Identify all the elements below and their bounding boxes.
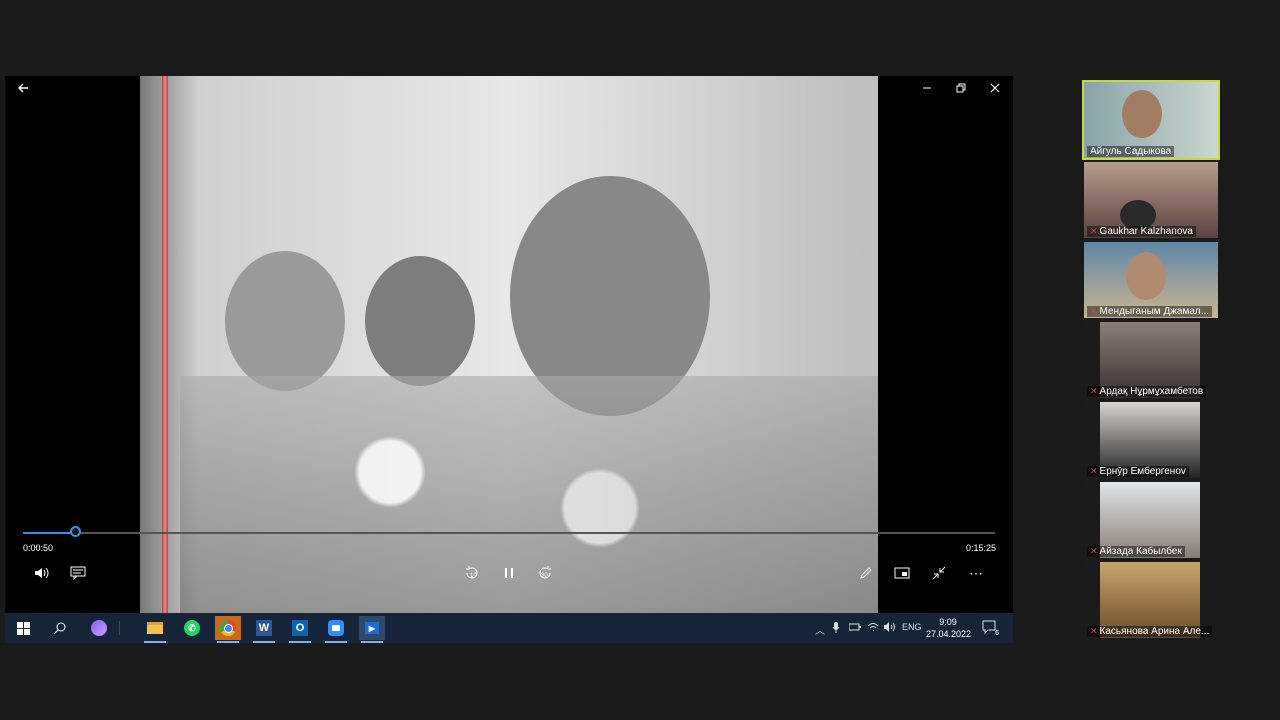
- seek-progress: [23, 532, 75, 534]
- seek-bar[interactable]: [23, 526, 995, 537]
- participant-name: ✕ Мендыганым Джамал...: [1087, 306, 1213, 317]
- restore-icon[interactable]: [953, 80, 969, 96]
- seek-thumb[interactable]: [70, 526, 81, 537]
- notification-center-icon[interactable]: 6: [982, 620, 999, 637]
- zoom-icon[interactable]: [323, 616, 349, 643]
- muted-mic-icon: ✕: [1090, 546, 1098, 556]
- participant-tile[interactable]: ✕ Касьянова Арина Але...: [1084, 562, 1218, 638]
- participant-name: ✕ Ардақ Нұрмұхамбетов: [1087, 386, 1207, 397]
- muted-mic-icon: ✕: [1090, 306, 1098, 316]
- participant-name: ✕ Касьянова Арина Але...: [1087, 626, 1213, 637]
- current-time: 0:00:50: [23, 543, 54, 553]
- participant-name: Айгуль Садыкова: [1087, 146, 1175, 157]
- chrome-icon[interactable]: [215, 616, 241, 643]
- clock-time: 9:09: [939, 617, 957, 627]
- close-icon[interactable]: [987, 80, 1003, 96]
- participant-name: ✕ Ернӯр Ембергенov: [1087, 466, 1189, 477]
- volume-tray-icon[interactable]: [884, 622, 896, 635]
- muted-mic-icon: ✕: [1090, 466, 1098, 476]
- wifi-icon[interactable]: [867, 622, 879, 635]
- subtitles-icon[interactable]: [68, 564, 88, 582]
- divider: [117, 616, 121, 640]
- volume-icon[interactable]: [32, 564, 52, 582]
- muted-mic-icon: ✕: [1090, 386, 1098, 396]
- participant-tile[interactable]: Айгуль Садыкова: [1082, 80, 1220, 160]
- file-explorer-icon[interactable]: [142, 616, 168, 643]
- clock-date: 27.04.2022: [926, 629, 972, 639]
- svg-text:30: 30: [541, 573, 548, 579]
- total-time: 0:15:25: [966, 543, 997, 553]
- photo-figure-man: [365, 256, 475, 386]
- exit-fullscreen-icon[interactable]: [929, 564, 949, 582]
- language-indicator[interactable]: ENG: [902, 622, 922, 632]
- microphone-icon[interactable]: [832, 622, 840, 636]
- windows-taskbar: ✆ W O ▶ ︿ ENG 9:09 27.04.2022 6: [5, 613, 1013, 643]
- participant-tile[interactable]: ✕ Gaukhar Kalzhanova: [1084, 162, 1218, 238]
- participant-tile[interactable]: ✕ Айзада Кабылбек: [1084, 482, 1218, 558]
- more-options-icon[interactable]: ⋯: [965, 564, 987, 582]
- participant-name: ✕ Gaukhar Kalzhanova: [1087, 226, 1196, 237]
- clock[interactable]: 9:09 27.04.2022: [926, 616, 972, 640]
- photo-flowers: [180, 376, 878, 613]
- battery-icon[interactable]: [848, 622, 861, 635]
- minimize-icon[interactable]: [919, 80, 935, 96]
- whatsapp-icon[interactable]: ✆: [179, 616, 205, 640]
- video-player-window: 0:00:50 0:15:25 10 30 ⋯ ✆ W O ▶ ︿ ENG 9:…: [5, 76, 1013, 643]
- notification-count: 6: [995, 630, 999, 637]
- participant-tile[interactable]: ✕ Ернӯр Ембергенov: [1084, 402, 1218, 478]
- pause-icon[interactable]: [499, 564, 519, 582]
- participant-video-avatar: [1122, 90, 1162, 138]
- pen-icon[interactable]: [856, 564, 876, 582]
- mini-view-icon[interactable]: [892, 564, 912, 582]
- muted-mic-icon: ✕: [1090, 626, 1098, 636]
- muted-mic-icon: ✕: [1090, 226, 1098, 236]
- movies-tv-icon[interactable]: ▶: [359, 616, 385, 643]
- outlook-icon[interactable]: O: [287, 616, 313, 643]
- forward-30-icon[interactable]: 30: [535, 564, 555, 582]
- svg-text:10: 10: [470, 573, 477, 579]
- participant-name: ✕ Айзада Кабылбек: [1087, 546, 1185, 557]
- back-arrow-icon[interactable]: [15, 80, 31, 96]
- word-icon[interactable]: W: [251, 616, 277, 643]
- alice-assistant-icon[interactable]: [86, 616, 112, 640]
- participant-tile[interactable]: ✕ Мендыганым Джамал...: [1084, 242, 1218, 318]
- participant-tile[interactable]: ✕ Ардақ Нұрмұхамбетов: [1084, 322, 1218, 398]
- participant-video-avatar: [1126, 252, 1166, 300]
- search-icon[interactable]: [46, 616, 72, 640]
- start-icon[interactable]: [10, 616, 36, 640]
- photo-figure-woman: [225, 251, 345, 391]
- chevron-up-icon[interactable]: ︿: [815, 622, 825, 637]
- rewind-10-icon[interactable]: 10: [462, 564, 482, 582]
